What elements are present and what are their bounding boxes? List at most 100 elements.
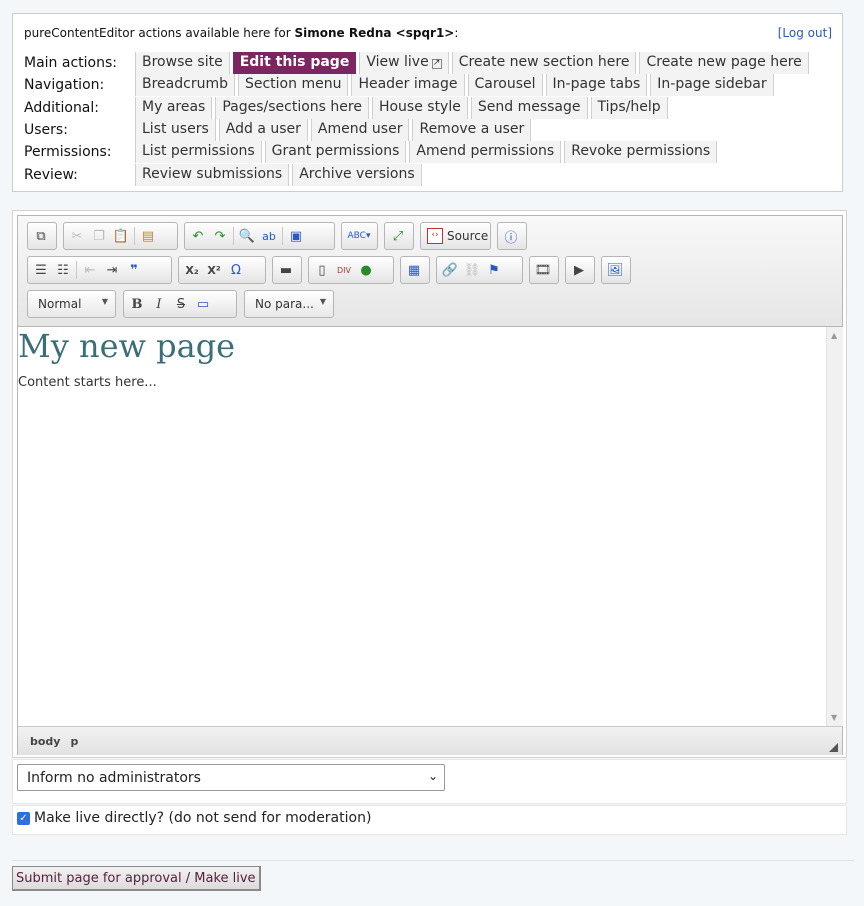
page-body-text[interactable]: Content starts here... xyxy=(18,375,157,390)
select-all-icon[interactable]: ▣ xyxy=(285,225,307,247)
remove-format-icon[interactable]: ▭ xyxy=(192,293,214,315)
outdent-icon[interactable]: ⇤ xyxy=(79,259,101,281)
spellcheck-icon[interactable]: ABC▾ xyxy=(344,225,374,247)
templates-icon[interactable]: ⧉ xyxy=(30,225,52,247)
admin-action-label: Grant permissions xyxy=(271,143,400,159)
admin-row-label: Users: xyxy=(24,122,68,138)
admin-action-tips-help[interactable]: Tips/help xyxy=(590,97,668,119)
admin-action-in-page-sidebar[interactable]: In-page sidebar xyxy=(650,74,774,96)
admin-action-browse-site[interactable]: Browse site xyxy=(135,52,230,74)
admin-action-amend-user[interactable]: Amend user xyxy=(310,119,410,141)
editor-content-area[interactable]: My new page Content starts here... xyxy=(18,327,826,726)
admin-action-revoke-permissions[interactable]: Revoke permissions xyxy=(564,141,718,163)
path-item-body[interactable]: body xyxy=(30,735,60,748)
admin-action-send-message[interactable]: Send message xyxy=(470,97,588,119)
admin-action-archive-versions[interactable]: Archive versions xyxy=(292,164,422,186)
bulleted-list-icon[interactable]: ☰ xyxy=(30,259,52,281)
undo-icon[interactable]: ↶ xyxy=(187,225,209,247)
indent-icon[interactable]: ⇥ xyxy=(101,259,123,281)
toolbar-group-rule: ▬ xyxy=(272,256,302,284)
element-path: body p xyxy=(30,735,88,748)
superscript-icon[interactable]: X² xyxy=(203,259,225,281)
toolbar-group-about: ⓘ xyxy=(497,222,527,250)
toolbar-separator xyxy=(233,227,234,245)
admin-action-create-new-section-here[interactable]: Create new section here xyxy=(451,52,637,74)
numbered-list-icon[interactable]: ☷ xyxy=(52,259,74,281)
youtube-icon[interactable]: ▶ xyxy=(568,259,590,281)
admin-action-grant-permissions[interactable]: Grant permissions xyxy=(264,141,407,163)
find-icon[interactable]: 🔍 xyxy=(236,225,258,247)
video-icon[interactable]: 🎞 xyxy=(532,259,554,281)
admin-action-list-permissions[interactable]: List permissions xyxy=(135,141,262,163)
cut-icon[interactable]: ✂ xyxy=(66,225,88,247)
paragraph-style-combo[interactable]: No para... ▼ xyxy=(244,290,334,318)
horizontal-rule-icon[interactable]: ▬ xyxy=(275,259,297,281)
admin-action-my-areas[interactable]: My areas xyxy=(135,97,213,119)
source-button[interactable]: ‹› Source xyxy=(423,228,492,244)
admin-action-add-a-user[interactable]: Add a user xyxy=(218,119,308,141)
admin-action-amend-permissions[interactable]: Amend permissions xyxy=(409,141,562,163)
admin-action-label: Breadcrumb xyxy=(142,76,228,92)
admin-action-review-submissions[interactable]: Review submissions xyxy=(135,164,290,186)
toolbar-group-table: ▦ xyxy=(400,256,430,284)
blockquote-icon[interactable]: ❞ xyxy=(123,259,145,281)
editor-scrollbar[interactable]: ▲ ▼ xyxy=(826,327,843,726)
admin-action-view-live[interactable]: View live ↗ xyxy=(359,52,449,74)
paste-word-icon[interactable]: ▤ xyxy=(137,225,159,247)
format-combo[interactable]: Normal ▼ xyxy=(27,290,116,318)
admin-action-header-image[interactable]: Header image xyxy=(351,74,465,96)
scroll-down-icon[interactable]: ▼ xyxy=(831,713,837,722)
admin-row-items: List users Add a user Amend user Remove a u… xyxy=(135,119,534,141)
admin-action-label: View live xyxy=(366,54,429,70)
page-heading[interactable]: My new page xyxy=(18,327,235,365)
unlink-icon[interactable]: ⛓ xyxy=(461,259,483,281)
admin-action-create-new-page-here[interactable]: Create new page here xyxy=(639,52,809,74)
about-icon[interactable]: ⓘ xyxy=(500,225,522,247)
admin-action-label: Carousel xyxy=(474,76,536,92)
admin-action-label: House style xyxy=(378,99,461,115)
admin-action-list-users[interactable]: List users xyxy=(135,119,216,141)
special-char-icon[interactable]: Ω xyxy=(225,259,247,281)
maximize-icon[interactable]: ⤢ xyxy=(387,225,409,247)
path-item-p[interactable]: p xyxy=(70,735,78,748)
resize-grip-icon[interactable] xyxy=(829,743,838,752)
anchor-icon[interactable]: ⚑ xyxy=(483,259,505,281)
replace-icon[interactable]: ab xyxy=(258,225,280,247)
link-icon[interactable]: 🔗 xyxy=(439,259,461,281)
iframe-icon[interactable]: ● xyxy=(355,259,377,281)
bold-icon[interactable]: B xyxy=(126,293,148,315)
admin-row-label: Review: xyxy=(24,167,78,183)
admin-row-label: Additional: xyxy=(24,100,99,116)
admin-action-house-style[interactable]: House style xyxy=(371,97,468,119)
admin-action-remove-a-user[interactable]: Remove a user xyxy=(412,119,532,141)
admin-row-items: Breadcrumb Section menu Header image Carous… xyxy=(135,74,777,96)
table-icon[interactable]: ▦ xyxy=(403,259,425,281)
div-icon[interactable]: DIV xyxy=(333,259,355,281)
admin-action-in-page-tabs[interactable]: In-page tabs xyxy=(545,74,648,96)
admin-action-carousel[interactable]: Carousel xyxy=(467,74,543,96)
make-live-label[interactable]: Make live directly? (do not send for mod… xyxy=(34,810,371,826)
admin-action-pages-sections-here[interactable]: Pages/sections here xyxy=(215,97,369,119)
submit-button[interactable]: Submit page for approval / Make live xyxy=(12,866,261,891)
admin-action-breadcrumb[interactable]: Breadcrumb xyxy=(135,74,235,96)
current-user: Simone Redna <spqr1> xyxy=(294,26,455,40)
make-live-checkbox[interactable]: ✓ xyxy=(17,812,30,825)
admin-action-label: Add a user xyxy=(225,121,301,137)
toolbar-group-editing: ↶ ↷ 🔍 ab ▣ xyxy=(184,222,335,250)
redo-icon[interactable]: ↷ xyxy=(209,225,231,247)
admin-action-edit-this-page[interactable]: Edit this page xyxy=(232,52,357,74)
format-combo-value: Normal xyxy=(38,297,82,311)
subscript-icon[interactable]: X₂ xyxy=(181,259,203,281)
italic-icon[interactable]: I xyxy=(148,293,170,315)
image-icon[interactable]: 🖼 xyxy=(604,259,626,281)
copy-icon[interactable]: ❐ xyxy=(88,225,110,247)
notify-admin-select[interactable]: Inform no administrators ⌄ xyxy=(17,764,445,791)
admin-action-section-menu[interactable]: Section menu xyxy=(237,74,349,96)
logout-link[interactable]: [Log out] xyxy=(778,26,832,40)
scroll-up-icon[interactable]: ▲ xyxy=(831,331,837,340)
paste-icon[interactable]: 📋 xyxy=(110,225,132,247)
admin-action-label: Review submissions xyxy=(142,166,283,182)
toolbar-group-lists: ☰ ☷ ⇤ ⇥ ❞ xyxy=(27,256,172,284)
templates-block-icon[interactable]: ▯ xyxy=(311,259,333,281)
strike-icon[interactable]: S xyxy=(170,293,192,315)
